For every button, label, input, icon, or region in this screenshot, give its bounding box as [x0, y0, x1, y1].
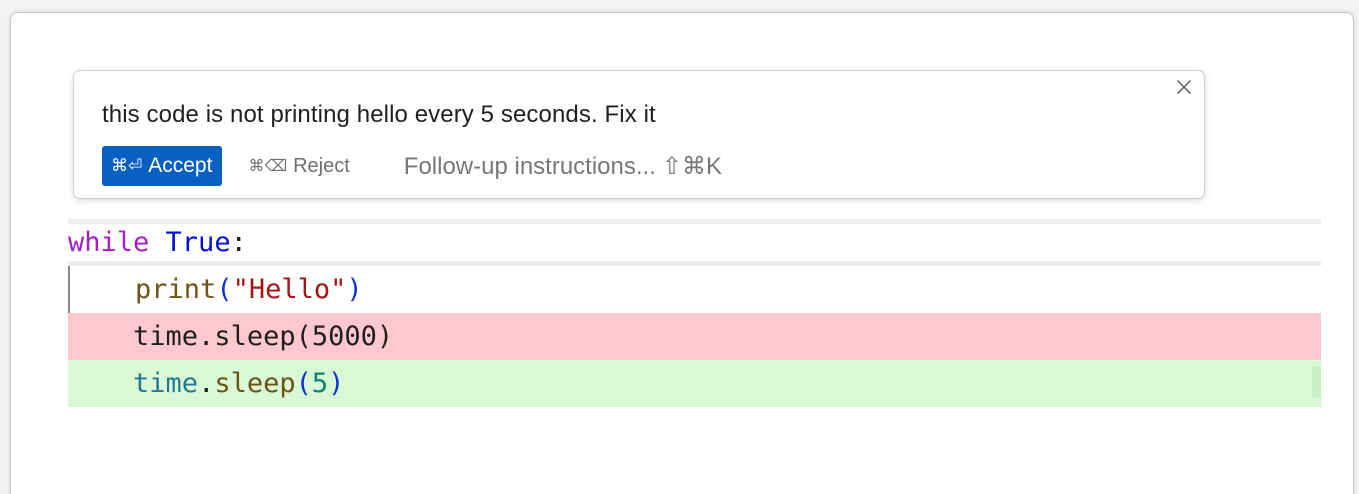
- editor-window: this code is not printing hello every 5 …: [10, 12, 1354, 494]
- string-hello: "Hello": [232, 274, 347, 305]
- diff-gutter-marker: [1312, 366, 1321, 398]
- follow-up-shortcut: ⇧⌘K: [661, 152, 722, 180]
- accept-label: Accept: [148, 154, 213, 177]
- keyword-true: True: [165, 227, 231, 258]
- removed-code-text: time.sleep(5000): [133, 321, 394, 352]
- prompt-instruction-text: this code is not printing hello every 5 …: [102, 101, 656, 128]
- code-line-print: print("Hello"): [68, 266, 1321, 313]
- accept-button[interactable]: ⌘⏎ Accept: [102, 146, 223, 186]
- identifier-time: time: [133, 368, 199, 399]
- accept-shortcut: ⌘⏎: [111, 156, 143, 175]
- close-icon[interactable]: [1173, 76, 1195, 98]
- reject-button[interactable]: ⌘⌫ Reject: [248, 155, 349, 178]
- code-editor[interactable]: while True: print("Hello") time.sleep(50…: [68, 219, 1321, 407]
- follow-up-input[interactable]: Follow-up instructions... ⇧⌘K: [404, 152, 722, 181]
- function-sleep: sleep: [214, 368, 296, 399]
- number-5: 5: [311, 368, 329, 399]
- function-print: print: [135, 274, 217, 305]
- follow-up-placeholder: Follow-up instructions...: [403, 152, 656, 180]
- reject-label: Reject: [293, 154, 350, 177]
- prompt-action-row: ⌘⏎ Accept ⌘⌫ Reject Follow-up instructio…: [102, 146, 722, 186]
- diff-added-line: time.sleep(5): [68, 360, 1321, 407]
- diff-removed-line: time.sleep(5000): [68, 313, 1321, 360]
- inline-edit-prompt: this code is not printing hello every 5 …: [73, 70, 1205, 199]
- reject-shortcut: ⌘⌫: [248, 158, 288, 175]
- keyword-while: while: [68, 227, 150, 258]
- code-line-while: while True:: [68, 219, 1321, 266]
